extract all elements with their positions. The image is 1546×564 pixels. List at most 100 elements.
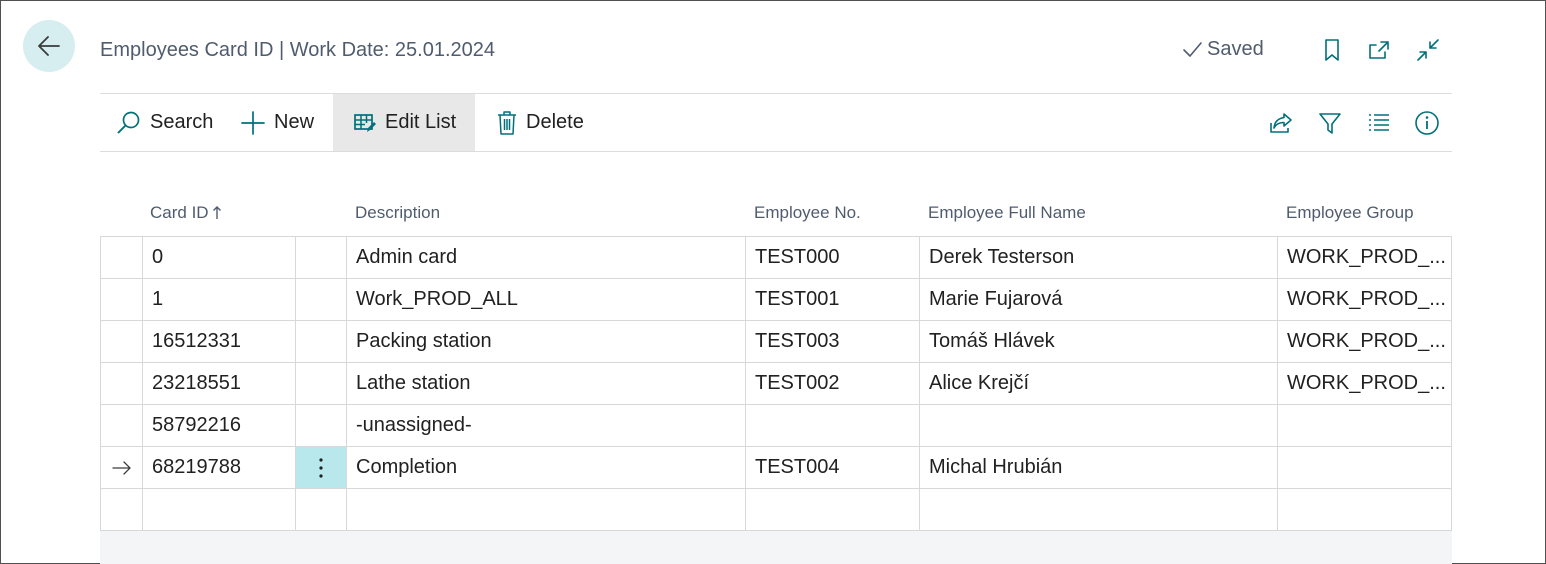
cell-employee-no[interactable]: TEST004 xyxy=(746,447,920,488)
column-header-card-id[interactable]: Card ID xyxy=(150,203,222,223)
search-label: Search xyxy=(150,111,214,133)
edit-list-button[interactable]: Edit List xyxy=(333,94,475,151)
cell-employee-full-name[interactable] xyxy=(920,405,1278,446)
page-title: Employees Card ID | Work Date: 25.01.202… xyxy=(100,39,496,61)
cell-description[interactable] xyxy=(347,489,746,530)
saved-label: Saved xyxy=(1207,38,1264,60)
new-label: New xyxy=(274,111,315,133)
row-menu-cell[interactable] xyxy=(296,279,347,320)
table-row[interactable]: 0 Admin card TEST000 Derek Testerson WOR… xyxy=(101,237,1451,279)
row-indicator[interactable] xyxy=(101,279,143,320)
column-header-description[interactable]: Description xyxy=(355,203,440,223)
row-indicator[interactable] xyxy=(101,237,143,278)
filter-icon xyxy=(1319,113,1341,134)
info-button[interactable] xyxy=(1414,110,1440,136)
table-row-selected[interactable]: 68219788 Completion TEST004 Michal Hrubi… xyxy=(101,447,1451,489)
cell-card-id[interactable]: 16512331 xyxy=(143,321,296,362)
row-menu-cell[interactable] xyxy=(296,363,347,404)
cell-employee-full-name[interactable]: Tomáš Hlávek xyxy=(920,321,1278,362)
cell-employee-full-name[interactable] xyxy=(920,489,1278,530)
row-menu-cell[interactable] xyxy=(296,405,347,446)
column-header-employee-full-name[interactable]: Employee Full Name xyxy=(928,203,1086,223)
cell-employee-full-name[interactable]: Derek Testerson xyxy=(920,237,1278,278)
cell-card-id[interactable]: 0 xyxy=(143,237,296,278)
column-header-employee-no[interactable]: Employee No. xyxy=(754,203,861,223)
edit-list-label: Edit List xyxy=(385,111,457,133)
table-row[interactable]: 58792216 -unassigned- xyxy=(101,405,1451,447)
cell-card-id[interactable] xyxy=(143,489,296,530)
share-icon xyxy=(1270,113,1292,133)
row-indicator[interactable] xyxy=(101,363,143,404)
cell-employee-group[interactable]: WORK_PROD_... xyxy=(1278,279,1451,320)
cell-card-id[interactable]: 23218551 xyxy=(143,363,296,404)
back-button[interactable] xyxy=(23,20,75,72)
row-menu-button[interactable] xyxy=(296,447,347,488)
cell-description[interactable]: Completion xyxy=(347,447,746,488)
cell-employee-no[interactable]: TEST003 xyxy=(746,321,920,362)
delete-label: Delete xyxy=(526,111,584,133)
info-icon xyxy=(1415,111,1439,135)
collapse-icon xyxy=(1417,39,1439,61)
cell-employee-no[interactable]: TEST002 xyxy=(746,363,920,404)
cell-description[interactable]: Admin card xyxy=(347,237,746,278)
open-in-new-window-icon xyxy=(1369,41,1389,59)
table-row[interactable]: 16512331 Packing station TEST003 Tomáš H… xyxy=(101,321,1451,363)
cell-employee-no[interactable]: TEST000 xyxy=(746,237,920,278)
checkmark-icon xyxy=(1183,41,1202,57)
cell-description[interactable]: -unassigned- xyxy=(347,405,746,446)
cell-employee-no[interactable] xyxy=(746,489,920,530)
delete-button[interactable]: Delete xyxy=(496,94,584,151)
filter-button[interactable] xyxy=(1317,110,1343,136)
trash-icon xyxy=(498,110,516,135)
cell-description[interactable]: Work_PROD_ALL xyxy=(347,279,746,320)
row-menu-cell[interactable] xyxy=(296,489,347,530)
table-row-new[interactable] xyxy=(101,489,1451,531)
more-vertical-icon xyxy=(319,457,323,478)
cell-employee-full-name[interactable]: Alice Krejčí xyxy=(920,363,1278,404)
current-row-indicator[interactable] xyxy=(101,447,143,488)
list-footer-area xyxy=(100,531,1452,564)
row-indicator[interactable] xyxy=(101,405,143,446)
cell-employee-no[interactable]: TEST001 xyxy=(746,279,920,320)
column-header-card-id-label: Card ID xyxy=(150,203,209,222)
row-indicator[interactable] xyxy=(101,321,143,362)
page-frame: Employees Card ID | Work Date: 25.01.202… xyxy=(0,0,1546,564)
open-new-window-button[interactable] xyxy=(1366,37,1392,63)
cell-employee-full-name[interactable]: Michal Hrubián xyxy=(920,447,1278,488)
cell-employee-group[interactable] xyxy=(1278,405,1451,446)
column-header-employee-group[interactable]: Employee Group xyxy=(1286,203,1414,223)
share-button[interactable] xyxy=(1268,110,1294,136)
cell-card-id[interactable]: 68219788 xyxy=(143,447,296,488)
bookmark-icon xyxy=(1325,39,1339,61)
table-row[interactable]: 1 Work_PROD_ALL TEST001 Marie Fujarová W… xyxy=(101,279,1451,321)
list-view-button[interactable] xyxy=(1366,110,1392,136)
cell-employee-no[interactable] xyxy=(746,405,920,446)
cell-employee-group[interactable] xyxy=(1278,447,1451,488)
saved-status: Saved xyxy=(1181,38,1264,61)
cell-employee-group[interactable]: WORK_PROD_... xyxy=(1278,237,1451,278)
table-row[interactable]: 23218551 Lathe station TEST002 Alice Kre… xyxy=(101,363,1451,405)
cell-employee-group[interactable]: WORK_PROD_... xyxy=(1278,363,1451,404)
cell-employee-group[interactable]: WORK_PROD_... xyxy=(1278,321,1451,362)
search-button[interactable]: Search xyxy=(116,94,213,151)
row-menu-cell[interactable] xyxy=(296,321,347,362)
arrow-left-icon xyxy=(38,36,60,56)
cell-employee-group[interactable] xyxy=(1278,489,1451,530)
search-icon xyxy=(117,111,140,133)
row-indicator[interactable] xyxy=(101,489,143,530)
list-view-icon xyxy=(1369,114,1389,131)
action-bar: Search New Edit List Delete xyxy=(100,93,1452,152)
cell-card-id[interactable]: 58792216 xyxy=(143,405,296,446)
sort-ascending-icon xyxy=(212,206,221,219)
arrow-right-icon xyxy=(111,460,131,475)
edit-list-icon xyxy=(354,113,376,132)
cell-card-id[interactable]: 1 xyxy=(143,279,296,320)
new-button[interactable]: New xyxy=(240,94,314,151)
collapse-button[interactable] xyxy=(1415,37,1441,63)
cell-employee-full-name[interactable]: Marie Fujarová xyxy=(920,279,1278,320)
plus-icon xyxy=(241,110,265,135)
row-menu-cell[interactable] xyxy=(296,237,347,278)
bookmark-button[interactable] xyxy=(1319,37,1345,63)
cell-description[interactable]: Packing station xyxy=(347,321,746,362)
cell-description[interactable]: Lathe station xyxy=(347,363,746,404)
